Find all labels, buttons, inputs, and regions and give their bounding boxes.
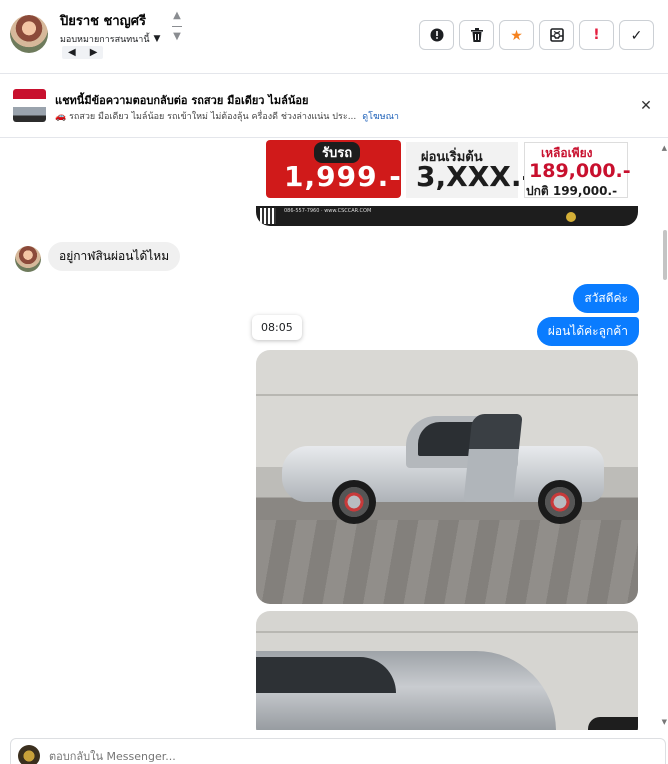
arrow-right-icon[interactable]: ▶: [90, 47, 98, 58]
star-button[interactable]: ★: [499, 20, 534, 50]
wheel: [538, 480, 582, 524]
delete-button[interactable]: [459, 20, 494, 50]
reply-input[interactable]: [49, 750, 449, 763]
checkmark-icon: ✓: [630, 26, 643, 43]
dealer-logo: [566, 212, 576, 222]
wall-stripe: [256, 394, 638, 396]
conversation-stepper: ▲ ▼: [168, 10, 186, 60]
ad-thumbnail[interactable]: [13, 89, 46, 122]
trash-icon: [470, 28, 483, 42]
ad-description-row: 🚗 รถสวย มือเดียว ไมล์น้อย รถเข้าใหม่ ไม่…: [55, 109, 399, 123]
wheel: [332, 480, 376, 524]
conversation-header: ปิยราช ชาญศรี มอบหมายการสนทนานี้ ▼ ◀ ▶ ▲…: [0, 0, 668, 74]
archive-button[interactable]: [539, 20, 574, 50]
reply-composer: [10, 738, 666, 764]
view-ad-link[interactable]: ดูโฆษณา: [362, 109, 399, 123]
car-door: [463, 414, 523, 502]
ad-context-banner: แชทนี้มีข้อความตอบกลับต่อ รถสวย มือเดียว…: [0, 74, 668, 138]
ad-description: 🚗 รถสวย มือเดียว ไมล์น้อย รถเข้าใหม่ ไม่…: [55, 112, 357, 122]
star-icon: ★: [510, 26, 523, 43]
arrow-left-icon[interactable]: ◀: [68, 47, 76, 58]
scrollbar[interactable]: ▲ ▼: [660, 138, 668, 730]
archive-icon: [549, 28, 564, 42]
tire-stack: [588, 717, 638, 730]
outgoing-message[interactable]: สวัสดีค่ะ: [573, 284, 639, 313]
page-avatar: [18, 745, 40, 764]
scroll-up-icon[interactable]: ▲: [662, 144, 667, 152]
car-photo-message[interactable]: [256, 350, 638, 604]
assign-conversation-dropdown[interactable]: มอบหมายการสนทนานี้ ▼: [60, 32, 160, 46]
close-icon[interactable]: ✕: [636, 96, 656, 116]
contact-avatar[interactable]: [10, 15, 48, 53]
car-photo-message[interactable]: [256, 611, 638, 730]
ad-title: แชทนี้มีข้อความตอบกลับต่อ รถสวย มือเดียว…: [55, 94, 309, 107]
promo-footer: 086-557-7960 · www.CSCCAR.COM: [284, 208, 372, 214]
sender-avatar[interactable]: [15, 246, 41, 272]
exclamation-icon: !: [593, 27, 600, 43]
outgoing-message[interactable]: ผ่อนได้ค่ะลูกค้า: [536, 317, 639, 346]
timestamp-tooltip: 08:05: [252, 315, 302, 340]
promo-image-message[interactable]: รับรถ 1,999.- ผ่อนเริ่มต้น 3,XXX.- เหลือ…: [256, 138, 638, 226]
qr-code-icon: [260, 208, 276, 224]
wall-stripe: [256, 631, 638, 633]
promo-price-1: 1,999.-: [284, 160, 402, 193]
mark-done-button[interactable]: ✓: [619, 20, 654, 50]
contact-name[interactable]: ปิยราช ชาญศรี: [60, 10, 146, 31]
car-window: [256, 657, 396, 693]
scroll-down-icon[interactable]: ▼: [662, 718, 667, 726]
alert-circle-icon: [430, 28, 443, 42]
promo-normal-price: ปกติ 199,000.-: [526, 184, 618, 198]
promo-price-2: 3,XXX.-: [416, 160, 534, 193]
caret-down-icon: ▼: [153, 34, 161, 44]
incoming-message[interactable]: อยู่กาฬสินผ่อนได้ไหม: [48, 242, 181, 271]
arrow-up-icon[interactable]: ▲: [173, 10, 181, 22]
floor: [256, 520, 638, 604]
scroll-thumb[interactable]: [663, 230, 667, 280]
promo-price-3: 189,000.-: [529, 160, 631, 182]
conversation-nav: ◀ ▶: [62, 46, 104, 59]
message-thread[interactable]: รับรถ 1,999.- ผ่อนเริ่มต้น 3,XXX.- เหลือ…: [0, 138, 668, 730]
arrow-down-icon[interactable]: ▼: [173, 31, 181, 43]
report-button[interactable]: [419, 20, 454, 50]
mark-spam-button[interactable]: !: [579, 20, 614, 50]
assign-label: มอบหมายการสนทนานี้: [60, 35, 150, 45]
header-actions: ★ ! ✓: [419, 20, 654, 50]
divider: [172, 26, 182, 27]
